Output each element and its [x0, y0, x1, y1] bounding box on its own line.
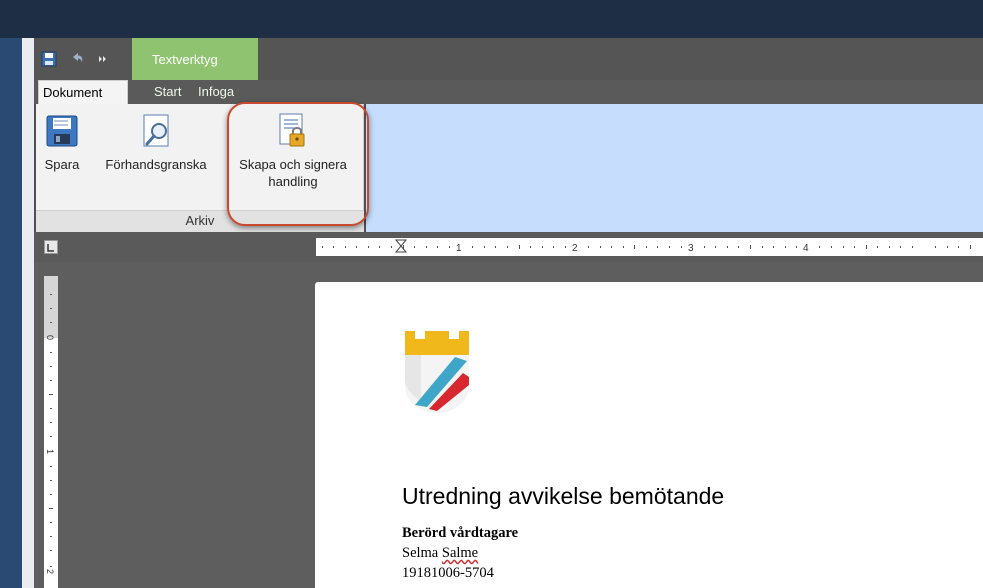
- document-title[interactable]: Utredning avvikelse bemötande: [402, 483, 724, 510]
- patient-name[interactable]: Selma Salme: [402, 545, 478, 562]
- tab-dokument[interactable]: Dokument: [38, 80, 128, 104]
- print-preview-label: Förhandsgranska: [105, 157, 207, 172]
- vruler-number-0: 0: [45, 335, 55, 340]
- horizontal-ruler[interactable]: 1 2 3 4: [316, 238, 983, 256]
- undo-icon[interactable]: [68, 50, 86, 68]
- ruler-row: 1 2 3 4: [34, 232, 983, 262]
- ruler-number-4: 4: [803, 243, 809, 254]
- tab-stop-selector[interactable]: [44, 240, 58, 254]
- patient-first-name: Selma: [402, 545, 439, 561]
- ribbon-tab-row: Dokument Start Infoga: [34, 80, 983, 104]
- top-window-bar: [0, 0, 983, 38]
- document-subheading[interactable]: Berörd vårdtagare: [402, 525, 518, 542]
- floppy-save-icon: [46, 115, 78, 147]
- document-page[interactable]: Utredning avvikelse bemötande Berörd vår…: [315, 282, 983, 588]
- floppy-save-icon[interactable]: [40, 50, 58, 68]
- ruler-number-3: 3: [688, 243, 694, 254]
- print-preview-icon: [143, 114, 169, 147]
- tab-start[interactable]: Start: [154, 80, 181, 104]
- vruler-number-1: 1: [45, 449, 55, 454]
- tab-infoga[interactable]: Infoga: [198, 80, 234, 104]
- ribbon: Spara Förhandsgranska Skapa och signera …: [34, 104, 983, 232]
- municipality-shield-logo: [405, 331, 469, 413]
- context-tab-label: Textverktyg: [152, 52, 218, 67]
- save-button-label: Spara: [44, 157, 80, 172]
- ribbon-blank-area: [366, 104, 983, 232]
- vertical-ruler[interactable]: 0 1 2: [44, 276, 58, 588]
- vruler-number-2: 2: [45, 569, 55, 574]
- save-button[interactable]: Spara: [40, 112, 84, 173]
- editor-window: Textverktyg Dokument Start Infoga Spara: [34, 38, 983, 588]
- patient-last-name: Salme: [441, 545, 479, 561]
- callout-highlight-ring: [227, 102, 369, 226]
- ruler-number-2: 2: [572, 243, 578, 254]
- print-preview-button[interactable]: Förhandsgranska: [94, 112, 218, 173]
- left-frame-inner: [22, 38, 34, 588]
- ruler-number-1: 1: [456, 243, 462, 254]
- personal-number[interactable]: 19181006-5704: [402, 565, 494, 582]
- more-commands-icon[interactable]: [94, 50, 112, 68]
